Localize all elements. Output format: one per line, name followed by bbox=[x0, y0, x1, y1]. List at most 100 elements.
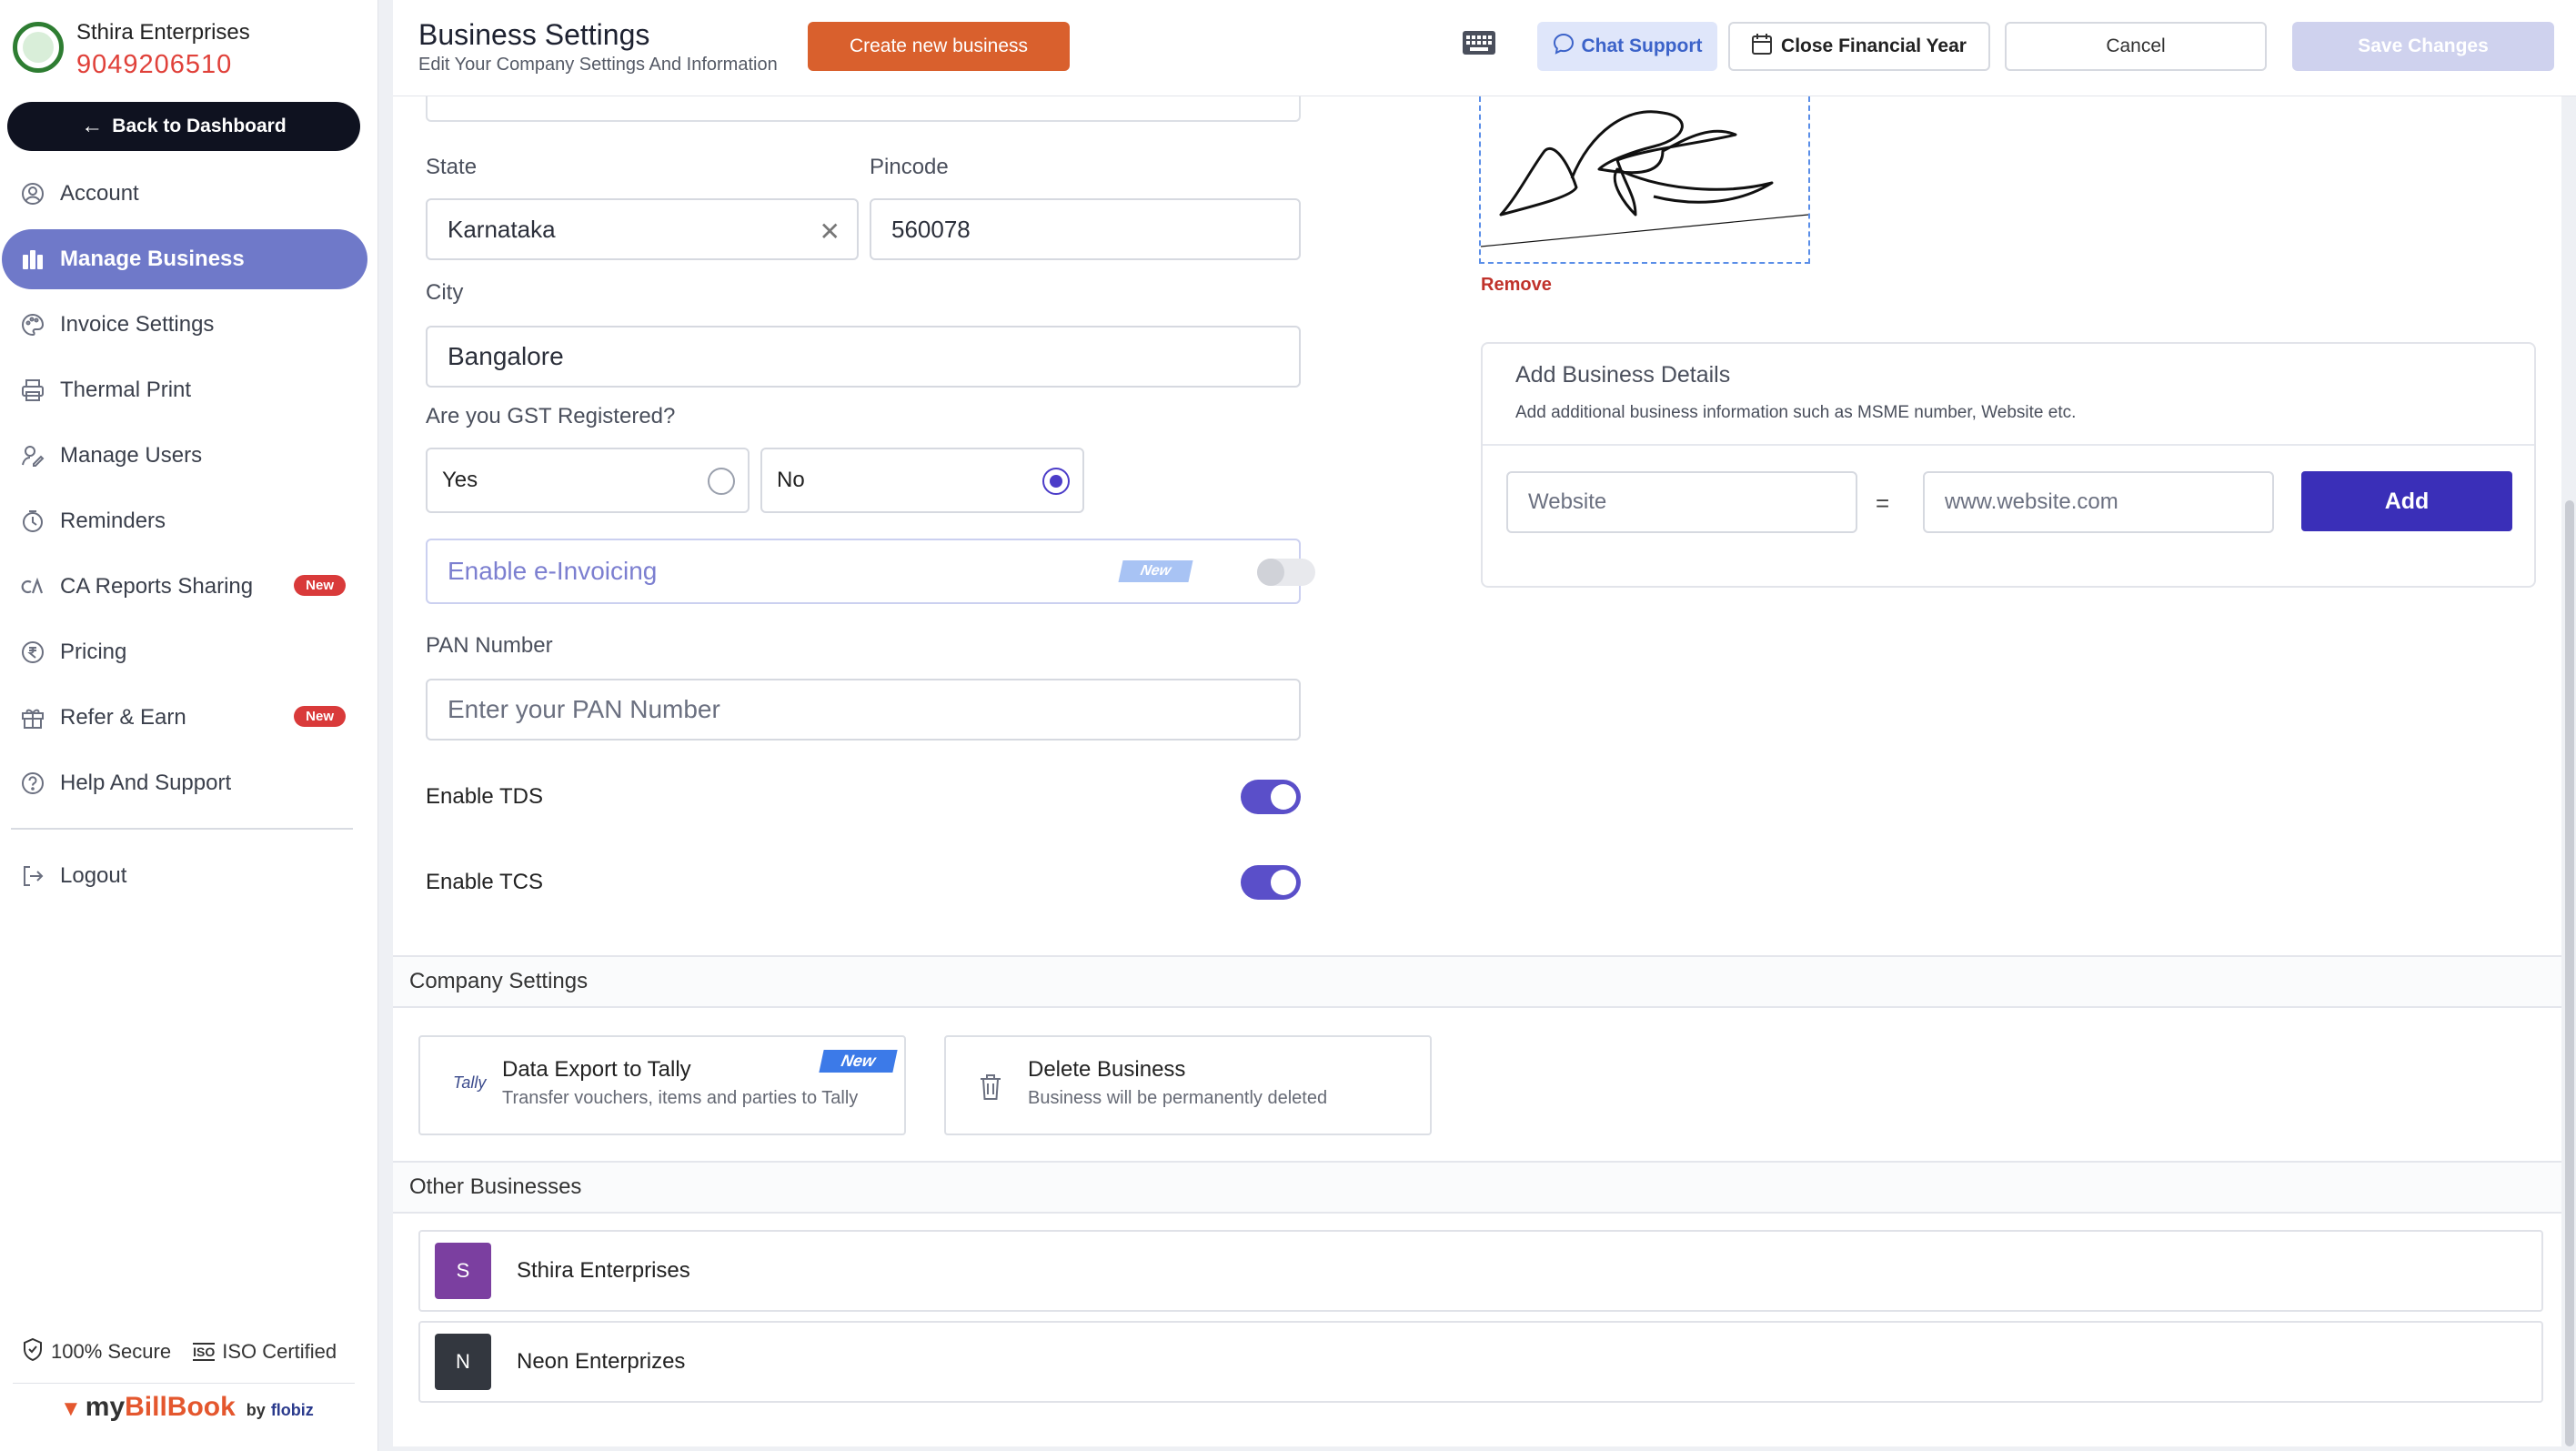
sidebar-item-manage-users[interactable]: Manage Users bbox=[2, 426, 367, 486]
sidebar-item-logout[interactable]: Logout bbox=[2, 846, 367, 906]
building-icon bbox=[20, 247, 45, 272]
tally-logo-icon: Tally bbox=[453, 1073, 487, 1092]
clear-icon[interactable]: ✕ bbox=[820, 217, 840, 247]
sidebar-item-account[interactable]: Account bbox=[2, 164, 367, 224]
iso-badge: ISO ISO Certified bbox=[193, 1340, 337, 1364]
sidebar-item-label: Manage Business bbox=[60, 247, 245, 271]
business-header: Sthira Enterprises 9049206510 bbox=[13, 16, 250, 80]
sidebar-item-label: Thermal Print bbox=[60, 378, 192, 402]
clock-icon bbox=[20, 509, 45, 534]
cancel-button[interactable]: Cancel bbox=[2005, 22, 2267, 71]
sidebar: Sthira Enterprises 9049206510 ← Back to … bbox=[0, 0, 378, 1451]
business-logo bbox=[13, 22, 64, 73]
page-subtitle: Edit Your Company Settings And Informati… bbox=[418, 55, 778, 75]
delete-business-card[interactable]: Delete Business Business will be permane… bbox=[944, 1035, 1432, 1135]
tds-label: Enable TDS bbox=[426, 784, 543, 809]
iso-label: ISO Certified bbox=[222, 1340, 337, 1363]
other-businesses-heading: Other Businesses bbox=[393, 1161, 2561, 1214]
city-field[interactable]: Bangalore bbox=[426, 326, 1301, 388]
pan-label: PAN Number bbox=[426, 633, 553, 658]
back-to-dashboard-button[interactable]: ← Back to Dashboard bbox=[7, 102, 360, 151]
company-settings-heading: Company Settings bbox=[393, 955, 2561, 1008]
business-name: Sthira Enterprises bbox=[76, 20, 250, 45]
business-row[interactable]: N Neon Enterprizes bbox=[418, 1321, 2543, 1403]
sidebar-item-label: Account bbox=[60, 181, 139, 206]
main-scrollbar[interactable] bbox=[2565, 500, 2574, 1446]
settings-nav: Account Manage Business Invoice Settings… bbox=[0, 164, 378, 912]
business-avatar: S bbox=[435, 1243, 491, 1299]
tally-export-title: Data Export to Tally bbox=[502, 1057, 691, 1082]
security-badges: 100% Secure ISO ISO Certified bbox=[22, 1337, 358, 1366]
chat-support-label: Chat Support bbox=[1581, 35, 1703, 56]
new-badge: New bbox=[1118, 560, 1193, 582]
sidebar-item-label: Logout bbox=[60, 863, 127, 888]
gst-yes-radio[interactable] bbox=[708, 468, 735, 495]
pan-field[interactable]: Enter your PAN Number bbox=[426, 679, 1301, 741]
chat-support-button[interactable]: Chat Support bbox=[1537, 22, 1717, 71]
sidebar-item-thermal-print[interactable]: Thermal Print bbox=[2, 360, 367, 420]
tcs-toggle[interactable] bbox=[1241, 865, 1301, 900]
close-financial-year-label: Close Financial Year bbox=[1781, 35, 1967, 56]
mybillbook-logo: ▼ myBillBook by flobiz bbox=[60, 1392, 314, 1423]
brand-name-part2: Bill bbox=[125, 1392, 167, 1422]
pan-placeholder: Enter your PAN Number bbox=[448, 695, 720, 723]
gst-yes-label: Yes bbox=[442, 468, 478, 492]
detail-value-field[interactable]: www.website.com bbox=[1923, 471, 2274, 533]
sidebar-item-help-support[interactable]: Help And Support bbox=[2, 753, 367, 813]
users-icon bbox=[20, 443, 45, 469]
tally-export-card[interactable]: Tally Data Export to Tally Transfer vouc… bbox=[418, 1035, 906, 1135]
sidebar-item-ca-reports-sharing[interactable]: CA Reports Sharing New bbox=[2, 557, 367, 617]
signature-image bbox=[1480, 110, 1809, 247]
sidebar-item-manage-business[interactable]: Manage Business bbox=[2, 229, 367, 289]
sidebar-item-refer-earn[interactable]: Refer & Earn New bbox=[2, 688, 367, 748]
flame-icon: ▼ bbox=[60, 1396, 82, 1421]
pincode-field[interactable]: 560078 bbox=[870, 198, 1301, 260]
secure-label: 100% Secure bbox=[51, 1340, 172, 1363]
sidebar-item-invoice-settings[interactable]: Invoice Settings bbox=[2, 295, 367, 355]
tds-toggle[interactable] bbox=[1241, 780, 1301, 814]
brand-name: myBillBook bbox=[86, 1392, 236, 1423]
printer-icon bbox=[20, 378, 45, 403]
detail-value-placeholder: www.website.com bbox=[1945, 489, 2118, 514]
create-business-button[interactable]: Create new business bbox=[808, 22, 1070, 71]
chat-bubble-icon bbox=[1553, 33, 1575, 60]
pincode-value: 560078 bbox=[891, 215, 971, 243]
page-title: Business Settings bbox=[418, 18, 650, 51]
help-icon bbox=[20, 771, 45, 796]
top-bar: Business Settings Edit Your Company Sett… bbox=[393, 0, 2576, 96]
sidebar-item-pricing[interactable]: Pricing bbox=[2, 622, 367, 682]
e-invoicing-label: Enable e-Invoicing bbox=[448, 557, 658, 585]
gift-icon bbox=[20, 705, 45, 731]
gst-yes-option[interactable]: Yes bbox=[426, 448, 750, 513]
new-badge: New bbox=[819, 1050, 898, 1073]
add-detail-button[interactable]: Add bbox=[2301, 471, 2512, 531]
sidebar-item-label: Invoice Settings bbox=[60, 312, 215, 337]
brand-name-part1: my bbox=[85, 1392, 126, 1422]
address-field-partial[interactable] bbox=[426, 96, 1301, 122]
gst-question: Are you GST Registered? bbox=[426, 404, 676, 428]
save-changes-button[interactable]: Save Changes bbox=[2292, 22, 2554, 71]
detail-key-field[interactable]: Website bbox=[1506, 471, 1857, 533]
back-to-dashboard-label: Back to Dashboard bbox=[112, 116, 287, 136]
e-invoicing-toggle[interactable] bbox=[1257, 559, 1315, 586]
keyboard-icon[interactable] bbox=[1463, 31, 1495, 59]
state-select[interactable]: Karnataka ✕ bbox=[426, 198, 859, 260]
trash-icon bbox=[979, 1073, 1002, 1105]
new-badge: New bbox=[294, 706, 346, 727]
gst-no-option[interactable]: No bbox=[760, 448, 1084, 513]
state-label: State bbox=[426, 155, 478, 179]
e-invoicing-row[interactable]: Enable e-Invoicing New bbox=[426, 539, 1315, 604]
remove-signature-link[interactable]: Remove bbox=[1481, 275, 1552, 296]
close-financial-year-button[interactable]: Close Financial Year bbox=[1728, 22, 1990, 71]
business-avatar: N bbox=[435, 1334, 491, 1390]
business-phone: 9049206510 bbox=[76, 50, 233, 79]
shield-check-icon bbox=[22, 1337, 44, 1366]
iso-icon: ISO bbox=[193, 1343, 216, 1361]
gst-no-radio[interactable] bbox=[1042, 468, 1070, 495]
brand-company: flobiz bbox=[270, 1401, 314, 1419]
tcs-label: Enable TCS bbox=[426, 870, 543, 894]
sidebar-item-reminders[interactable]: Reminders bbox=[2, 491, 367, 551]
secure-badge: 100% Secure bbox=[22, 1337, 171, 1366]
business-row[interactable]: S Sthira Enterprises bbox=[418, 1230, 2543, 1312]
brand-by: by bbox=[246, 1401, 266, 1419]
